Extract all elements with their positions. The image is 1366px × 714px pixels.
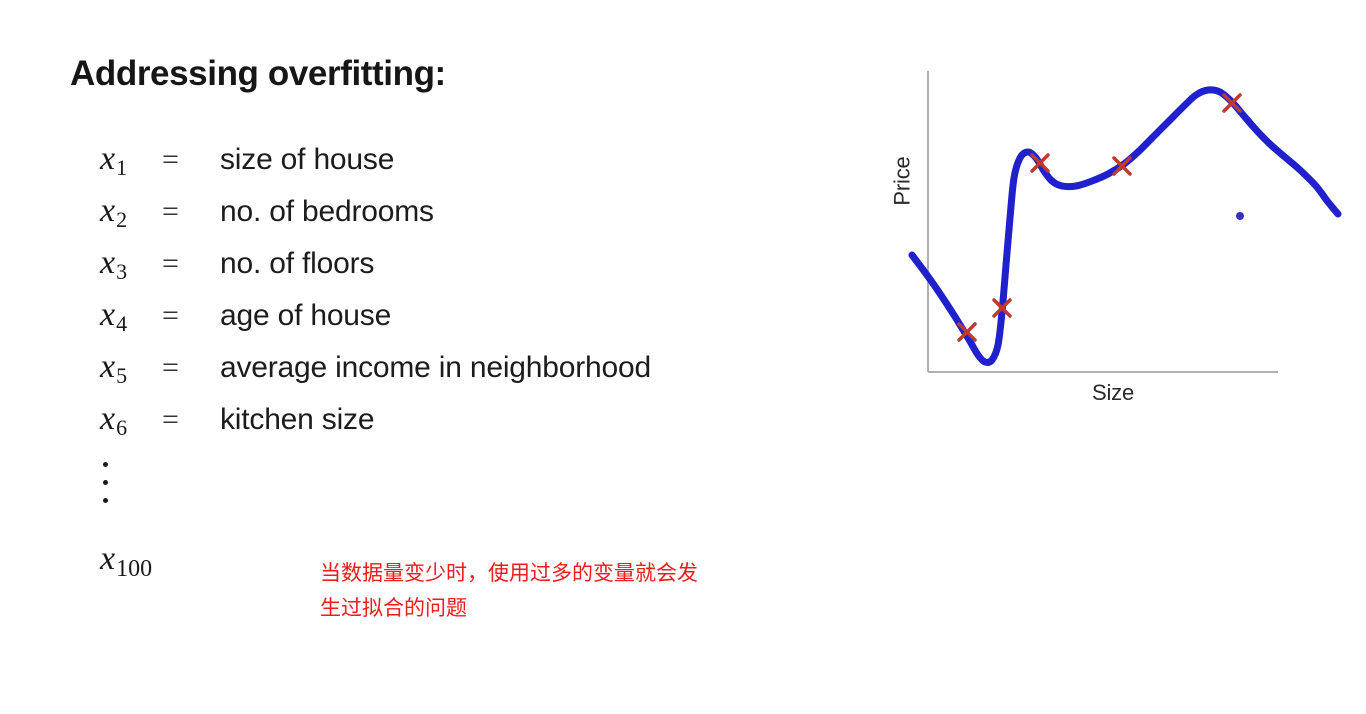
list-item: x3 = no. of floors — [100, 244, 880, 296]
annotation-line: 生过拟合的问题 — [320, 596, 467, 620]
variable-description: no. of bedrooms — [220, 195, 434, 228]
variable-symbol: x3 — [100, 244, 128, 284]
variable-symbol: x1 — [100, 140, 128, 180]
feature-definition-list: x1 = size of house x2 = no. of bedrooms … — [100, 140, 880, 452]
overfitting-chart: Price Size — [880, 50, 1360, 420]
variable-description: kitchen size — [220, 403, 375, 436]
equals-sign: = — [162, 143, 179, 176]
equals-sign: = — [162, 403, 179, 436]
list-item: x4 = age of house — [100, 296, 880, 348]
list-item: x2 = no. of bedrooms — [100, 192, 880, 244]
y-axis-label: Price — [889, 156, 915, 206]
vertical-ellipsis — [103, 462, 108, 503]
equals-sign: = — [162, 247, 179, 280]
fitted-curve — [908, 86, 1342, 366]
page-title: Addressing overfitting: — [70, 54, 446, 93]
list-item: x1 = size of house — [100, 140, 880, 192]
chart-svg — [908, 71, 1342, 373]
ellipsis-dot — [103, 498, 108, 503]
variable-symbol: x6 — [100, 400, 128, 440]
variable-symbol: x2 — [100, 192, 128, 232]
variable-description: age of house — [220, 299, 392, 332]
annotation-text: 当数据量变少时，使用过多的变量就会发 生过拟合的问题 — [320, 556, 790, 626]
variable-symbol-x100: x100 — [100, 540, 153, 582]
annotation-line: 当数据量变少时，使用过多的变量就会发 — [320, 561, 698, 585]
list-item: x6 = kitchen size — [100, 400, 880, 452]
variable-description: size of house — [220, 143, 395, 176]
x-axis-label: Size — [1092, 380, 1134, 405]
variable-symbol: x5 — [100, 348, 128, 388]
stray-dot — [1236, 212, 1244, 220]
ellipsis-dot — [103, 462, 108, 467]
variable-description: no. of floors — [220, 247, 375, 280]
list-item: x5 = average income in neighborhood — [100, 348, 880, 400]
equals-sign: = — [162, 351, 179, 384]
variable-symbol: x4 — [100, 296, 128, 336]
ellipsis-dot — [103, 480, 108, 485]
variable-description: average income in neighborhood — [220, 351, 651, 384]
equals-sign: = — [162, 195, 179, 228]
equals-sign: = — [162, 299, 179, 332]
